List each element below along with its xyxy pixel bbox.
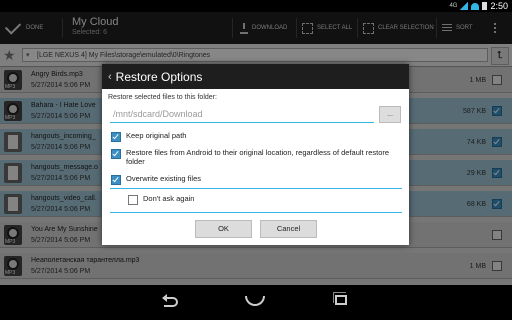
divider — [110, 212, 402, 213]
recent-apps-icon[interactable] — [333, 292, 347, 305]
home-icon[interactable] — [245, 296, 265, 306]
overwrite-existing-option[interactable]: Overwrite existing files — [111, 174, 403, 185]
system-nav-bar — [0, 285, 512, 320]
restore-options-dialog: ‹ Restore Options Restore selected files… — [102, 64, 409, 245]
back-icon[interactable] — [162, 294, 178, 307]
folder-label: Restore selected files to this folder: — [108, 94, 217, 101]
wifi-icon — [471, 2, 480, 10]
restore-original-location-option[interactable]: Restore files from Android to their orig… — [111, 148, 403, 166]
ok-button[interactable]: OK — [195, 220, 252, 238]
signal-icon — [460, 2, 469, 10]
status-bar: 4G 2:50 — [0, 0, 512, 12]
cancel-button[interactable]: Cancel — [260, 220, 317, 238]
dialog-title: Restore Options — [115, 69, 203, 84]
dialog-buttons: OK Cancel — [102, 216, 409, 245]
option-label: Don't ask again — [143, 194, 195, 203]
browse-folder-button[interactable]: ... — [379, 106, 401, 123]
back-chevron-icon[interactable]: ‹ — [108, 71, 112, 83]
checkbox[interactable] — [128, 195, 138, 205]
checkbox[interactable] — [111, 132, 121, 142]
keep-original-path-option[interactable]: Keep original path — [111, 131, 403, 142]
option-label: Overwrite existing files — [126, 174, 202, 183]
checkbox[interactable] — [111, 175, 121, 185]
dialog-header: ‹ Restore Options — [102, 64, 409, 89]
option-label: Restore files from Android to their orig… — [126, 148, 390, 166]
option-label: Keep original path — [126, 131, 187, 140]
divider — [110, 188, 402, 189]
network-type-label: 4G — [449, 3, 458, 9]
clock: 2:50 — [490, 1, 508, 11]
dont-ask-again-option[interactable]: Don't ask again — [128, 194, 420, 205]
battery-icon — [482, 2, 488, 10]
checkbox[interactable] — [111, 149, 121, 159]
restore-folder-input[interactable]: /mnt/sdcard/Download — [110, 106, 374, 123]
